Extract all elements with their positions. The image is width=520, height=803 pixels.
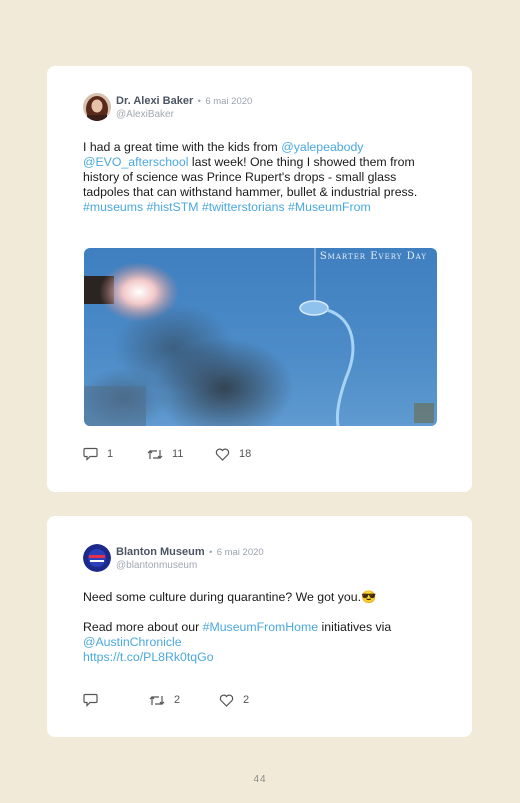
retweet-count: 2 [174, 694, 181, 706]
inline-link[interactable]: https://t.co/PL8Rk0tqGo [83, 650, 214, 664]
inline-link[interactable]: #MuseumFromHome [203, 620, 318, 634]
reply-icon [83, 447, 98, 461]
tweet-media-image[interactable]: Smarter Every Day [84, 248, 437, 426]
inline-link[interactable]: @yalepeabody [281, 140, 363, 154]
retweet-count: 11 [172, 448, 184, 460]
page-number: 44 [253, 774, 267, 785]
meta-separator: • [209, 547, 213, 557]
tweet-date[interactable]: 6 mai 2020 [217, 547, 264, 558]
tweet-text-line1: Need some culture during quarantine? We … [83, 590, 433, 605]
like-count: 18 [239, 448, 252, 460]
reply-icon [83, 693, 98, 707]
author-handle[interactable]: @blantonmuseum [116, 559, 264, 572]
tweet-text: Need some culture during quarantine? We … [83, 590, 361, 604]
like-count: 2 [243, 694, 250, 706]
author-handle[interactable]: @AlexiBaker [116, 108, 252, 121]
inline-link[interactable]: #histSTM [147, 200, 199, 214]
heart-icon [219, 694, 234, 707]
tweet-text-run: I had a great time with the kids from [83, 140, 282, 154]
retweet-button[interactable]: 11 [147, 448, 215, 461]
tweet-date[interactable]: 6 mai 2020 [205, 96, 252, 107]
meta-separator: • [197, 96, 201, 106]
sunglasses-emoji-icon: 😎 [361, 590, 377, 604]
inline-link[interactable]: @EVO_afterschool [83, 155, 188, 169]
inline-link[interactable]: #twitterstorians [202, 200, 285, 214]
inline-link[interactable]: #MuseumFrom [288, 200, 371, 214]
inline-link[interactable]: @AustinChronicle [83, 635, 182, 649]
reply-button[interactable] [83, 693, 149, 707]
tweet-text: I had a great time with the kids from @y… [83, 140, 433, 215]
like-button[interactable]: 2 [219, 694, 249, 707]
retweet-button[interactable]: 2 [149, 694, 219, 707]
inline-link[interactable]: #museums [83, 200, 143, 214]
tweet-card-blanton-museum: Blanton Museum • 6 mai 2020 @blantonmuse… [47, 516, 472, 737]
tweet-card-alexi-baker: Dr. Alexi Baker • 6 mai 2020 @AlexiBaker… [47, 66, 472, 492]
tweet-header: Dr. Alexi Baker • 6 mai 2020 @AlexiBaker [83, 93, 252, 121]
author-name[interactable]: Dr. Alexi Baker [116, 95, 193, 107]
tweet-actions: 1 11 18 [83, 447, 251, 461]
media-watermark: Smarter Every Day [319, 251, 427, 262]
retweet-icon [147, 449, 163, 459]
tweet-header: Blanton Museum • 6 mai 2020 @blantonmuse… [83, 544, 264, 572]
tweet-text-run: Read more about our [83, 620, 203, 634]
reply-button[interactable]: 1 [83, 447, 147, 461]
like-button[interactable]: 18 [215, 448, 251, 461]
tweet-actions: 2 2 [83, 693, 249, 707]
tweet-text-run: initiatives via [318, 620, 392, 634]
reply-count: 1 [107, 448, 114, 460]
tweet-text-para2: Read more about our #MuseumFromHome init… [83, 620, 433, 665]
heart-icon [215, 448, 230, 461]
author-name[interactable]: Blanton Museum [116, 546, 205, 558]
retweet-icon [149, 695, 165, 705]
avatar[interactable] [83, 544, 111, 572]
avatar[interactable] [83, 93, 111, 121]
